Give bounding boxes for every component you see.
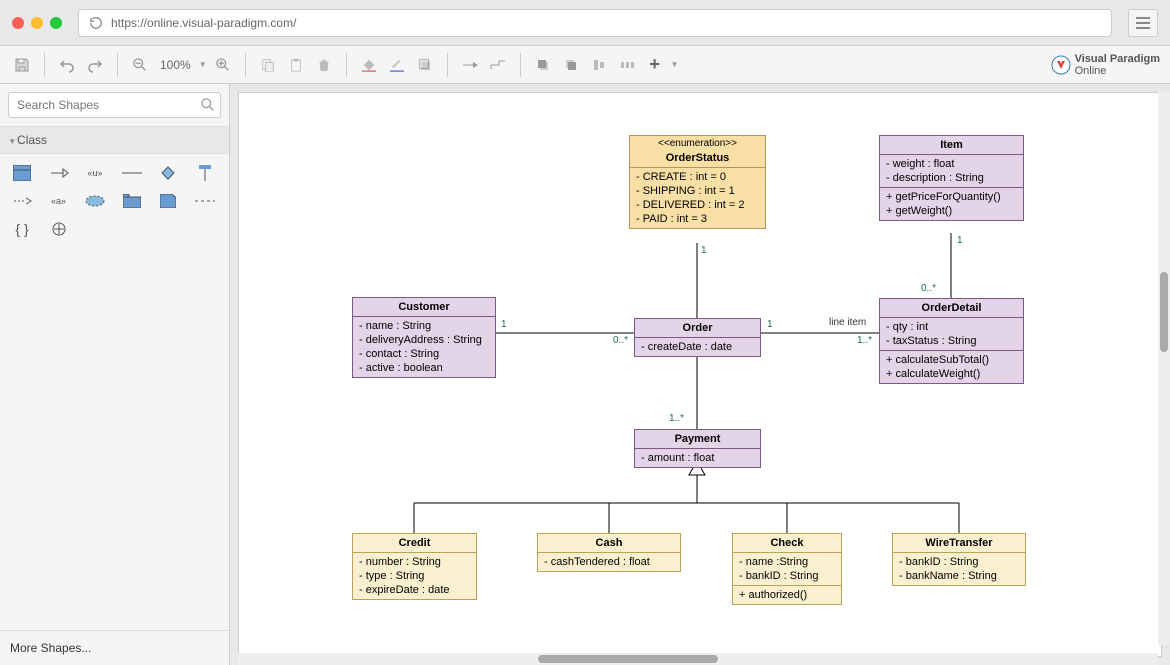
- class-check[interactable]: Check - name :String - bankID : String +…: [732, 533, 842, 605]
- mult-status: 1: [701, 245, 707, 256]
- url-bar[interactable]: https://online.visual-paradigm.com/: [78, 9, 1112, 37]
- canvas-wrap: <<enumeration>> OrderStatus - CREATE : i…: [230, 84, 1170, 665]
- class-item[interactable]: Item - weight : float - description : St…: [879, 135, 1024, 221]
- minimize-window-button[interactable]: [31, 17, 43, 29]
- brand-logo: Visual ParadigmOnline: [1051, 53, 1160, 77]
- shape-note[interactable]: [156, 192, 180, 210]
- to-back-button[interactable]: [559, 53, 583, 77]
- mult-order-cust: 0..*: [613, 335, 628, 346]
- shadow-button[interactable]: [413, 53, 437, 77]
- more-shapes-button[interactable]: More Shapes...: [0, 630, 229, 665]
- zoom-in-button[interactable]: [211, 53, 235, 77]
- redo-button[interactable]: [83, 53, 107, 77]
- shape-aggregation[interactable]: [156, 164, 180, 182]
- fill-color-button[interactable]: [357, 53, 381, 77]
- zoom-level[interactable]: 100%: [156, 58, 195, 72]
- connector-style-button[interactable]: [486, 53, 510, 77]
- class-orderdetail[interactable]: OrderDetail - qty : int - taxStatus : St…: [879, 298, 1024, 384]
- shape-category-class[interactable]: Class: [0, 127, 229, 154]
- shape-constraint[interactable]: { }: [10, 220, 34, 238]
- class-cc[interactable]: Cash - cashTendered : float: [537, 533, 681, 572]
- class-order[interactable]: Order - createDate : date: [634, 318, 761, 357]
- shape-anchor[interactable]: [193, 192, 217, 210]
- undo-button[interactable]: [55, 53, 79, 77]
- add-button[interactable]: +: [643, 53, 667, 77]
- maximize-window-button[interactable]: [50, 17, 62, 29]
- diagram-canvas[interactable]: <<enumeration>> OrderStatus - CREATE : i…: [238, 92, 1162, 657]
- class-credit[interactable]: Credit - number : String - type : String…: [352, 533, 477, 600]
- shape-usage[interactable]: «u»: [83, 164, 107, 182]
- connector-end-button[interactable]: [458, 53, 482, 77]
- class-wiretransfer[interactable]: WireTransfer - bankID : String - bankNam…: [892, 533, 1026, 586]
- shapes-palette: «u» «a» { }: [0, 154, 229, 248]
- distribute-button[interactable]: [615, 53, 639, 77]
- mult-order-detail: 1: [767, 319, 773, 330]
- vertical-scrollbar[interactable]: [1158, 92, 1170, 645]
- shape-association[interactable]: [120, 164, 144, 182]
- horizontal-scrollbar[interactable]: [238, 653, 1158, 665]
- save-button[interactable]: [10, 53, 34, 77]
- shape-dependency[interactable]: [10, 192, 34, 210]
- copy-button[interactable]: [256, 53, 280, 77]
- shape-collaboration[interactable]: [83, 192, 107, 210]
- shape-package[interactable]: [120, 192, 144, 210]
- zoom-out-button[interactable]: [128, 53, 152, 77]
- paste-button[interactable]: [284, 53, 308, 77]
- to-front-button[interactable]: [531, 53, 555, 77]
- shape-containment[interactable]: [47, 220, 71, 238]
- shapes-sidebar: Class «u» «a» { } More Shapes...: [0, 84, 230, 665]
- shape-class[interactable]: [10, 164, 34, 182]
- search-shapes-input[interactable]: [8, 92, 221, 118]
- class-orderstatus[interactable]: <<enumeration>> OrderStatus - CREATE : i…: [629, 135, 766, 229]
- url-text: https://online.visual-paradigm.com/: [111, 16, 296, 30]
- delete-button[interactable]: [312, 53, 336, 77]
- main-area: Class «u» «a» { } More Shapes...: [0, 84, 1170, 665]
- mult-item: 1: [957, 235, 963, 246]
- mult-detail-order: 1..*: [857, 335, 872, 346]
- mult-detail-item: 0..*: [921, 283, 936, 294]
- traffic-lights: [12, 17, 62, 29]
- close-window-button[interactable]: [12, 17, 24, 29]
- line-color-button[interactable]: [385, 53, 409, 77]
- class-customer[interactable]: Customer - name : String - deliveryAddre…: [352, 297, 496, 378]
- shape-abstraction[interactable]: «a»: [47, 192, 71, 210]
- class-payment[interactable]: Payment - amount : float: [634, 429, 761, 468]
- reload-icon[interactable]: [89, 16, 103, 30]
- app-toolbar: 100% ▼ + ▼ Visual ParadigmOnline: [0, 46, 1170, 84]
- search-icon: [201, 98, 215, 115]
- hamburger-menu-button[interactable]: [1128, 9, 1158, 37]
- vscroll-thumb[interactable]: [1160, 272, 1168, 352]
- mult-customer: 1: [501, 319, 507, 330]
- mult-payment: 1..*: [669, 413, 684, 424]
- assoc-lineitem: line item: [829, 317, 866, 328]
- align-button[interactable]: [587, 53, 611, 77]
- hscroll-thumb[interactable]: [538, 655, 718, 663]
- shape-generalization[interactable]: [47, 164, 71, 182]
- shape-interface[interactable]: [193, 164, 217, 182]
- browser-chrome: https://online.visual-paradigm.com/: [0, 0, 1170, 46]
